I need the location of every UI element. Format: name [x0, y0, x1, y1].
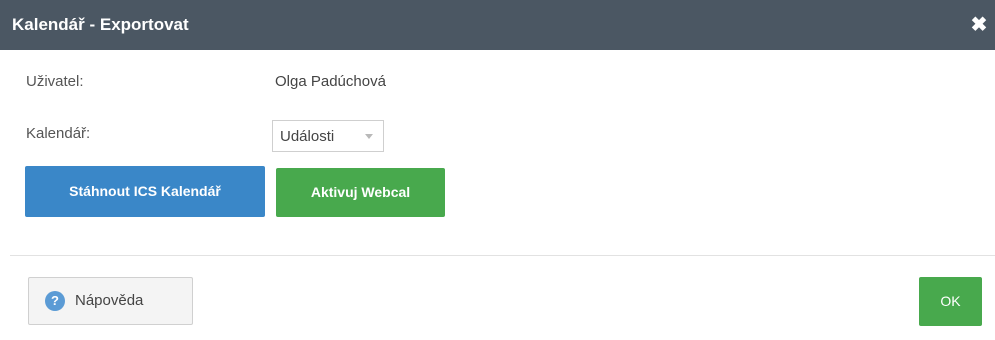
footer-divider	[10, 255, 995, 256]
download-ics-button[interactable]: Stáhnout ICS Kalendář	[25, 166, 265, 217]
help-button[interactable]: ? Nápověda	[28, 277, 193, 325]
dialog-title: Kalendář - Exportovat	[12, 15, 189, 34]
calendar-select-value: Události	[280, 128, 335, 145]
chevron-down-icon	[365, 134, 373, 139]
question-circle-icon: ?	[45, 291, 65, 311]
ok-button[interactable]: OK	[919, 277, 982, 326]
activate-webcal-button[interactable]: Aktivuj Webcal	[276, 168, 445, 217]
calendar-select[interactable]: Události	[272, 120, 384, 152]
close-icon[interactable]: ✖	[969, 14, 989, 36]
help-button-label: Nápověda	[75, 292, 144, 309]
user-label: Uživatel:	[26, 73, 84, 90]
user-value: Olga Padúchová	[275, 73, 386, 90]
export-calendar-dialog: Kalendář - Exportovat ✖ Uživatel: Olga P…	[0, 0, 995, 340]
dialog-titlebar: Kalendář - Exportovat ✖	[0, 0, 995, 50]
calendar-label: Kalendář:	[26, 125, 91, 142]
